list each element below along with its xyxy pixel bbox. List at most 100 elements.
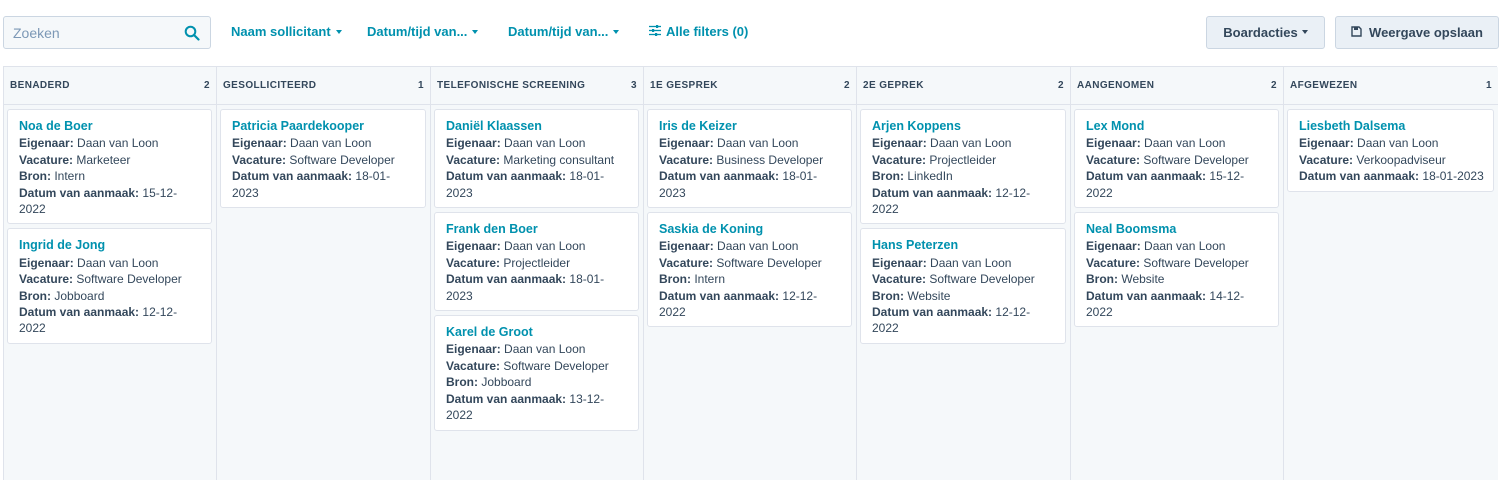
card-field-value: Software Developer [929,272,1035,287]
card-field-source: Bron: Website [1086,271,1269,287]
caret-down-icon [1301,29,1308,34]
column-header[interactable]: AANGENOMEN 2 [1071,67,1283,105]
card-field-label: Eigenaar: [446,342,501,357]
applicant-name-link[interactable]: Patricia Paardekooper [232,118,416,134]
applicant-card[interactable]: Saskia de Koning Eigenaar: Daan van Loon V… [647,212,852,328]
column-header[interactable]: GESOLLICITEERD 1 [217,67,430,105]
card-field-label: Eigenaar: [446,136,501,151]
card-field-label: Bron: [659,272,691,287]
applicant-name-link[interactable]: Lex Mond [1086,118,1269,134]
card-field-created: Datum van aanmaak: 12-12-2022 [872,304,1056,337]
board-column: GESOLLICITEERD 1 Patricia Paardekooper Eige… [217,67,431,480]
card-field-owner: Eigenaar: Daan van Loon [446,341,629,357]
card-field-owner: Eigenaar: Daan van Loon [872,255,1056,271]
column-body: Liesbeth Dalsema Eigenaar: Daan van Loon V… [1284,105,1498,192]
card-field-label: Bron: [19,288,51,303]
card-field-source: Bron: Intern [659,271,842,287]
column-header[interactable]: 1E GESPREK 2 [644,67,856,105]
applicant-card[interactable]: Frank den Boer Eigenaar: Daan van Loon Vac… [434,212,639,312]
caret-down-icon [613,29,620,34]
card-field-owner: Eigenaar: Daan van Loon [19,135,202,151]
card-field-label: Vacature: [232,152,287,167]
column-title: TELEFONISCHE SCREENING [437,80,586,91]
save-icon [1351,25,1362,40]
all-filters-button[interactable]: Alle filters (0) [649,24,748,42]
card-field-owner: Eigenaar: Daan van Loon [19,255,202,271]
board-actions-button[interactable]: Boardacties [1206,16,1325,49]
column-title: 1E GESPREK [650,80,718,91]
card-field-label: Datum van aanmaak: [446,272,567,287]
card-field-label: Eigenaar: [1086,239,1141,254]
applicant-card[interactable]: Liesbeth Dalsema Eigenaar: Daan van Loon V… [1287,109,1494,192]
card-field-value: Verkoopadviseur [1356,152,1446,167]
applicant-name-link[interactable]: Iris de Keizer [659,118,842,134]
applicant-name-link[interactable]: Noa de Boer [19,118,202,134]
column-header[interactable]: 2E GEPREK 2 [857,67,1070,105]
filter-date-2[interactable]: Datum/tijd van... [508,24,620,42]
column-title: AFGEWEZEN [1290,80,1358,91]
column-count: 1 [418,80,424,91]
card-field-value: Software Developer [1143,152,1249,167]
column-title: 2E GEPREK [863,80,924,91]
card-field-label: Bron: [446,375,478,390]
card-field-owner: Eigenaar: Daan van Loon [872,135,1056,151]
card-field-label: Datum van aanmaak: [232,169,353,184]
card-field-owner: Eigenaar: Daan van Loon [659,238,842,254]
applicant-card[interactable]: Karel de Groot Eigenaar: Daan van Loon Vac… [434,315,639,431]
applicant-name-link[interactable]: Saskia de Koning [659,221,842,237]
applicant-name-link[interactable]: Liesbeth Dalsema [1299,118,1484,134]
applicant-card[interactable]: Arjen Koppens Eigenaar: Daan van Loon Vaca… [860,109,1066,225]
applicant-card[interactable]: Daniël Klaassen Eigenaar: Daan van Loon Va… [434,109,639,209]
applicant-card[interactable]: Iris de Keizer Eigenaar: Daan van Loon Vac… [647,109,852,209]
card-field-label: Vacature: [19,152,74,167]
card-field-label: Eigenaar: [446,239,501,254]
applicant-card[interactable]: Neal Boomsma Eigenaar: Daan van Loon Vacat… [1074,212,1279,328]
card-field-label: Eigenaar: [1299,136,1354,151]
save-view-button[interactable]: Weergave opslaan [1335,16,1499,49]
kanban-board: BENADERD 2 Noa de Boer Eigenaar: Daan van L… [3,66,1498,480]
card-field-value: Daan van Loon [1144,239,1226,254]
filter-applicant-name[interactable]: Naam sollicitant [231,24,342,42]
card-field-value: Daan van Loon [504,136,586,151]
card-field-label: Vacature: [659,255,714,270]
card-field-value: Software Developer [503,358,609,373]
column-header[interactable]: TELEFONISCHE SCREENING 3 [431,67,643,105]
applicant-card[interactable]: Ingrid de Jong Eigenaar: Daan van Loon Vac… [7,228,212,344]
column-header[interactable]: AFGEWEZEN 1 [1284,67,1498,105]
applicant-name-link[interactable]: Frank den Boer [446,221,629,237]
search-icon[interactable] [184,25,200,41]
card-field-source: Bron: Intern [19,168,202,184]
card-field-label: Datum van aanmaak: [659,169,780,184]
card-field-value: Intern [54,169,86,184]
applicant-name-link[interactable]: Daniël Klaassen [446,118,629,134]
card-field-value: LinkedIn [907,169,953,184]
card-field-label: Vacature: [1086,255,1141,270]
applicant-card[interactable]: Noa de Boer Eigenaar: Daan van Loon Vacatu… [7,109,212,225]
applicant-name-link[interactable]: Karel de Groot [446,324,629,340]
applicant-card[interactable]: Hans Peterzen Eigenaar: Daan van Loon Vaca… [860,228,1066,344]
applicant-name-link[interactable]: Ingrid de Jong [19,237,202,253]
card-field-value: Daan van Loon [717,136,799,151]
card-field-created: Datum van aanmaak: 18-01-2023 [446,168,629,201]
card-field-value: Daan van Loon [504,239,586,254]
card-field-vacancy: Vacature: Business Developer [659,152,842,168]
card-field-value: Daan van Loon [290,136,372,151]
card-field-label: Vacature: [872,272,927,287]
column-body: Iris de Keizer Eigenaar: Daan van Loon Vac… [644,105,856,328]
applicant-name-link[interactable]: Hans Peterzen [872,237,1056,253]
card-field-value: Software Developer [716,255,822,270]
card-field-vacancy: Vacature: Verkoopadviseur [1299,152,1484,168]
card-field-value: Software Developer [289,152,395,167]
card-field-owner: Eigenaar: Daan van Loon [1086,135,1269,151]
card-field-vacancy: Vacature: Projectleider [872,152,1056,168]
card-field-label: Vacature: [1086,152,1141,167]
applicant-name-link[interactable]: Arjen Koppens [872,118,1056,134]
column-header[interactable]: BENADERD 2 [4,67,216,105]
applicant-card[interactable]: Lex Mond Eigenaar: Daan van Loon Vacature:… [1074,109,1279,209]
card-field-value: Business Developer [716,152,824,167]
filter-date-1[interactable]: Datum/tijd van... [367,24,479,42]
search-input[interactable] [4,17,179,48]
card-field-label: Vacature: [872,152,927,167]
applicant-card[interactable]: Patricia Paardekooper Eigenaar: Daan van … [220,109,426,209]
applicant-name-link[interactable]: Neal Boomsma [1086,221,1269,237]
